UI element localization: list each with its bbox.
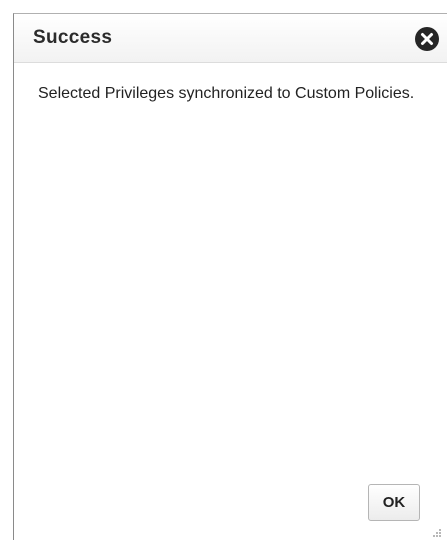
dialog-titlebar: Success <box>14 14 447 63</box>
dialog-title: Success <box>33 27 113 48</box>
close-icon[interactable] <box>415 27 439 51</box>
ok-button[interactable]: OK <box>368 484 420 521</box>
dialog-message: Selected Privileges synchronized to Cust… <box>38 85 415 102</box>
resize-grip-icon[interactable] <box>430 527 442 539</box>
success-dialog: Success Selected Privileges synchronized… <box>13 13 447 540</box>
